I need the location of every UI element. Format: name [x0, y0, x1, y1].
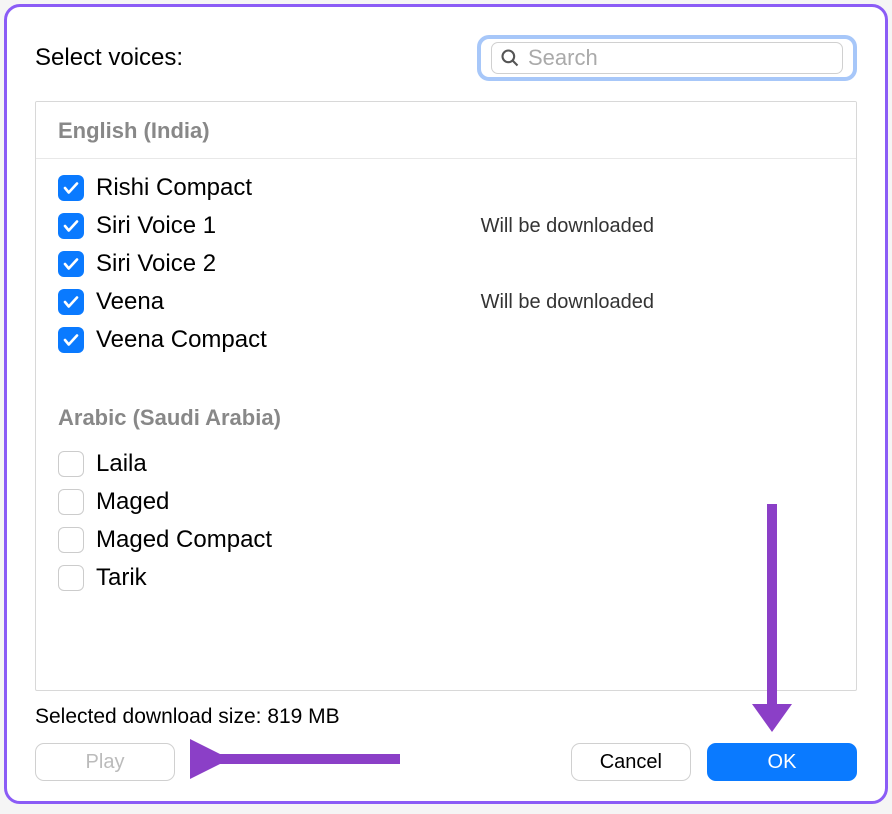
dialog-title: Select voices:: [35, 44, 183, 72]
voice-row[interactable]: Rishi Compact: [36, 169, 856, 207]
voice-checkbox-checked[interactable]: [58, 175, 84, 201]
voice-row[interactable]: Veena Compact: [36, 321, 856, 359]
voice-row[interactable]: Veena Will be downloaded: [36, 283, 856, 321]
voice-checkbox-unchecked[interactable]: [58, 451, 84, 477]
voice-checkbox-unchecked[interactable]: [58, 489, 84, 515]
voice-row[interactable]: Maged Compact: [36, 521, 856, 559]
search-input[interactable]: [528, 45, 834, 71]
dialog-header: Select voices:: [35, 35, 857, 81]
voice-checkbox-checked[interactable]: [58, 327, 84, 353]
voice-checkbox-unchecked[interactable]: [58, 565, 84, 591]
voice-label: Rishi Compact: [96, 174, 252, 202]
play-button[interactable]: Play: [35, 743, 175, 781]
voice-label: Tarik: [96, 564, 147, 592]
voice-label: Maged: [96, 488, 169, 516]
search-field-wrap[interactable]: [477, 35, 857, 81]
voice-row[interactable]: Maged: [36, 483, 856, 521]
voice-status: Will be downloaded: [481, 215, 834, 238]
voice-label: Siri Voice 2: [96, 250, 216, 278]
search-icon: [500, 48, 520, 68]
voice-row[interactable]: Laila: [36, 445, 856, 483]
voice-label: Laila: [96, 450, 147, 478]
download-size-label: Selected download size: 819 MB: [35, 705, 857, 729]
voice-checkbox-checked[interactable]: [58, 251, 84, 277]
voice-list[interactable]: English (India) Rishi Compact Siri Voice…: [35, 101, 857, 691]
cancel-button[interactable]: Cancel: [571, 743, 691, 781]
voice-checkbox-checked[interactable]: [58, 213, 84, 239]
voice-row[interactable]: Siri Voice 1 Will be downloaded: [36, 207, 856, 245]
voice-checkbox-checked[interactable]: [58, 289, 84, 315]
select-voices-dialog: Select voices: English (India) Rishi Co: [4, 4, 888, 804]
voice-checkbox-unchecked[interactable]: [58, 527, 84, 553]
dialog-footer: Selected download size: 819 MB Play Canc…: [35, 705, 857, 781]
voice-label: Veena: [96, 288, 164, 316]
voice-status: Will be downloaded: [481, 291, 834, 314]
group-header-arabic-saudi-arabia: Arabic (Saudi Arabia): [36, 365, 856, 445]
voice-label: Siri Voice 1: [96, 212, 216, 240]
voice-label: Veena Compact: [96, 326, 267, 354]
voice-row[interactable]: Tarik: [36, 559, 856, 597]
ok-button[interactable]: OK: [707, 743, 857, 781]
voice-row[interactable]: Siri Voice 2: [36, 245, 856, 283]
voice-label: Maged Compact: [96, 526, 272, 554]
group-header-english-india: English (India): [36, 102, 856, 159]
